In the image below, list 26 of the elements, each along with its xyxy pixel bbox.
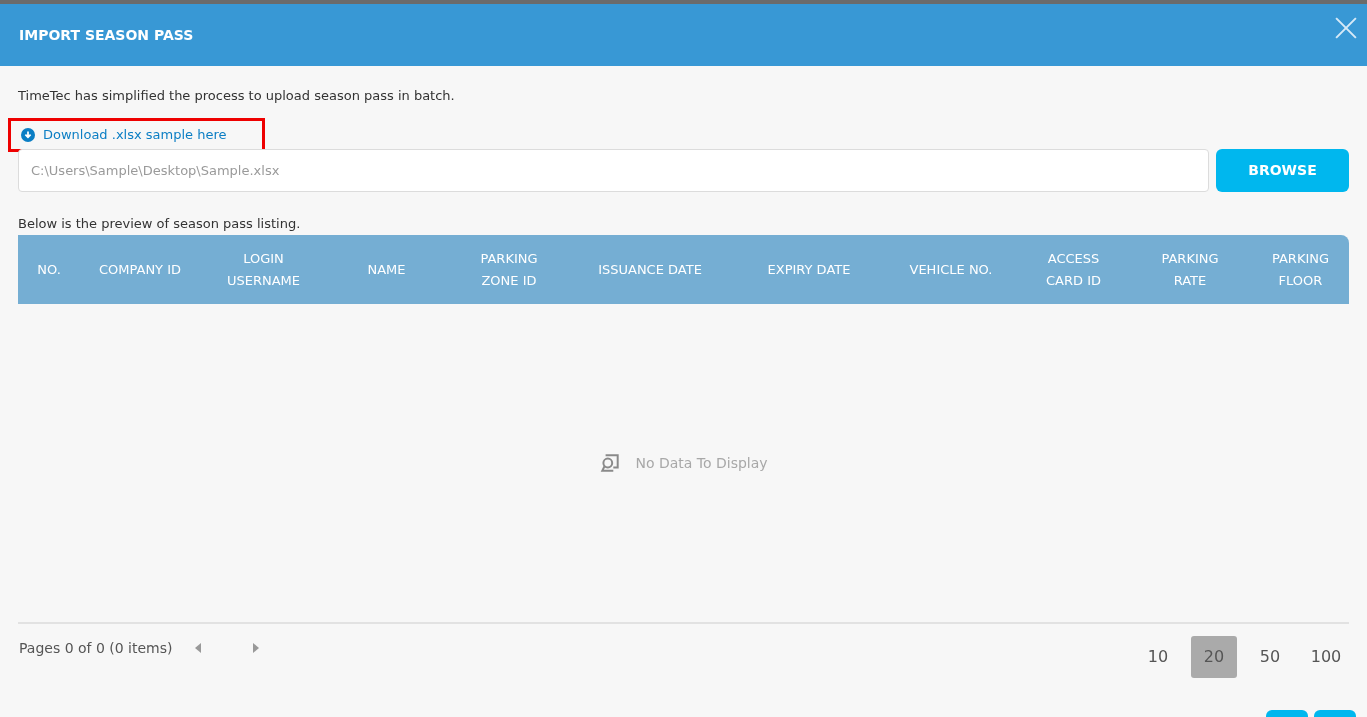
file-path-field[interactable]: C:\Users\Sample\Desktop\Sample.xlsx [18, 148, 1209, 192]
empty-search-icon [599, 452, 622, 474]
pager-summary: Pages 0 of 0 (0 items) [18, 638, 173, 658]
previous-page-icon[interactable] [194, 643, 201, 653]
empty-message: No Data To Display [635, 453, 768, 473]
preview-caption: Below is the preview of season pass listing. [18, 214, 302, 233]
page-size-option[interactable]: 50 [1247, 636, 1293, 678]
column-header: EXPIRY DATE [766, 260, 852, 279]
column-header: ISSUANCE DATE [597, 260, 703, 279]
column-header: NAME [366, 260, 407, 279]
download-icon [21, 127, 35, 142]
column-header: ACCESS CARD ID [1045, 249, 1102, 290]
column-header: LOGIN USERNAME [225, 249, 302, 290]
dialog-title: IMPORT SEASON PASS [19, 25, 194, 45]
page-size-option[interactable]: 100 [1303, 636, 1349, 678]
column-header: PARKING ZONE ID [479, 249, 539, 290]
page-size-option[interactable]: 10 [1135, 636, 1181, 678]
column-header: PARKING FLOOR [1270, 249, 1331, 290]
download-link[interactable]: Download .xlsx sample here [43, 124, 227, 145]
column-header: PARKING RATE [1160, 249, 1220, 290]
next-page-icon[interactable] [252, 643, 259, 653]
column-header: COMPANY ID [97, 260, 183, 279]
intro-text: TimeTec has simplified the process to upload season pass in batch. [18, 87, 456, 105]
column-header: NO. [36, 260, 62, 279]
column-header: VEHICLE NO. [908, 260, 994, 279]
close-icon[interactable] [1335, 17, 1357, 39]
